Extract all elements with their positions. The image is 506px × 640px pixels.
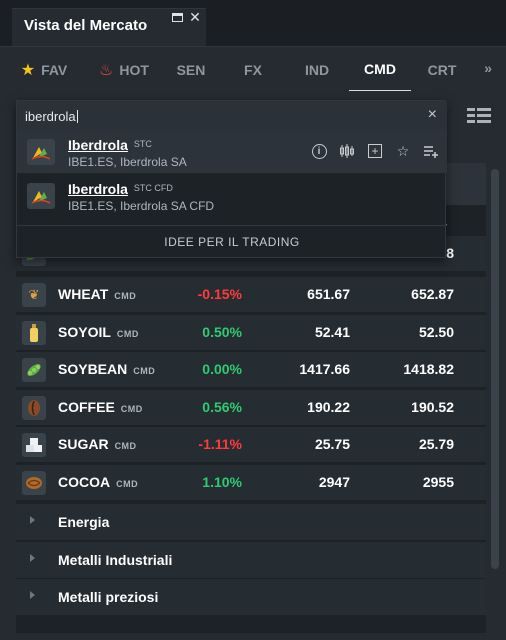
search-result[interactable]: Iberdrola STC IBE1.ES, Iberdrola SA i + ☆ bbox=[17, 131, 447, 173]
star-outline-icon[interactable]: ☆ bbox=[395, 143, 411, 159]
instrument-name: COCOA bbox=[58, 474, 111, 490]
close-icon[interactable]: × bbox=[428, 106, 437, 124]
title-bar: Vista del Mercato ✕ bbox=[0, 0, 506, 46]
tab-label: FAV bbox=[41, 61, 68, 78]
tab-hot[interactable]: ♨ HOT bbox=[88, 47, 160, 92]
instrument-type: CMD bbox=[114, 291, 137, 301]
search-value: iberdrola bbox=[25, 109, 76, 124]
window-controls: ✕ bbox=[170, 9, 202, 25]
result-tag: STC bbox=[133, 139, 152, 149]
maximize-icon[interactable] bbox=[170, 10, 184, 24]
buy-price[interactable]: 52.50 bbox=[390, 324, 454, 340]
grid-view-icon[interactable] bbox=[467, 108, 491, 123]
window-title: Vista del Mercato bbox=[24, 17, 148, 34]
soybean-icon bbox=[22, 358, 46, 382]
tabs-more-icon[interactable]: » bbox=[484, 60, 492, 76]
group-energia[interactable]: Energia bbox=[16, 504, 486, 540]
tab-label: CMD bbox=[364, 60, 396, 77]
iberdrola-logo-icon bbox=[27, 183, 55, 209]
result-name[interactable]: Iberdrola bbox=[68, 137, 128, 153]
change-percent: 1.10% bbox=[202, 474, 242, 490]
search-dropdown: iberdrola × Iberdrola STC IBE1.ES, Iberdr… bbox=[16, 100, 447, 259]
add-to-list-icon[interactable] bbox=[423, 143, 439, 159]
group-metalli-industriali[interactable]: Metalli Industriali bbox=[16, 542, 486, 578]
tab-label: CRT bbox=[427, 61, 457, 78]
buy-price[interactable]: 25.79 bbox=[390, 436, 454, 452]
iberdrola-logo-icon bbox=[27, 139, 55, 165]
result-actions: i + ☆ bbox=[311, 143, 439, 159]
buy-price[interactable]: 1418.82 bbox=[390, 361, 454, 377]
trading-ideas-link[interactable]: IDEE PER IL TRADING bbox=[17, 225, 447, 259]
chevron-right-icon bbox=[30, 591, 35, 599]
instrument-type: CMD bbox=[114, 441, 137, 451]
sell-price[interactable]: 2947 bbox=[286, 474, 350, 490]
table-row[interactable]: SOYBEAN CMD 0.00% 1417.66 1418.82 bbox=[16, 352, 486, 387]
instrument-type: CMD bbox=[120, 404, 143, 414]
star-icon: ★ bbox=[20, 61, 36, 79]
tab-ind[interactable]: IND bbox=[292, 47, 342, 92]
instrument-type: CMD bbox=[133, 366, 156, 376]
change-percent: 0.56% bbox=[202, 399, 242, 415]
cocoa-pod-icon bbox=[22, 471, 46, 495]
result-subtitle: IBE1.ES, Iberdrola SA bbox=[68, 155, 187, 169]
group-label: Metalli Industriali bbox=[58, 552, 173, 568]
instrument-name: SOYOIL bbox=[58, 324, 111, 340]
chevron-right-icon bbox=[30, 516, 35, 524]
candlestick-chart-icon[interactable] bbox=[339, 143, 355, 159]
fire-icon: ♨ bbox=[99, 61, 114, 79]
sell-price[interactable]: 25.75 bbox=[286, 436, 350, 452]
chevron-right-icon bbox=[30, 554, 35, 562]
oil-bottle-icon bbox=[22, 321, 46, 345]
group-label: Energia bbox=[58, 514, 110, 530]
instrument-name: COFFEE bbox=[58, 399, 115, 415]
instrument-type: CMD bbox=[116, 329, 139, 339]
search-result[interactable]: Iberdrola STC CFD IBE1.ES, Iberdrola SA C… bbox=[17, 175, 447, 217]
instrument-name: SOYBEAN bbox=[58, 361, 128, 377]
tab-sen[interactable]: SEN bbox=[166, 47, 216, 92]
add-square-icon[interactable]: + bbox=[367, 143, 383, 159]
sell-price[interactable]: 1417.66 bbox=[286, 361, 350, 377]
sell-price[interactable]: 52.41 bbox=[286, 324, 350, 340]
tab-crt[interactable]: CRT bbox=[418, 47, 466, 92]
group-label: Metalli preziosi bbox=[58, 589, 159, 605]
buy-price[interactable]: 2955 bbox=[390, 474, 454, 490]
result-name[interactable]: Iberdrola bbox=[68, 181, 128, 197]
tab-label: IND bbox=[304, 61, 330, 78]
tab-label: FX bbox=[244, 61, 262, 78]
coffee-bean-icon bbox=[22, 396, 46, 420]
table-row[interactable]: SUGAR CMD -1.11% 25.75 25.79 bbox=[16, 427, 486, 462]
category-tabs: ★ FAV ♨ HOT SEN FX IND CMD CRT » bbox=[0, 46, 506, 92]
tab-label: SEN bbox=[176, 61, 206, 78]
buy-price[interactable]: 652.87 bbox=[390, 286, 454, 302]
change-percent: 0.50% bbox=[202, 324, 242, 340]
instrument-type: CMD bbox=[116, 479, 139, 489]
tab-cmd[interactable]: CMD bbox=[349, 47, 411, 92]
tab-fav[interactable]: ★ FAV bbox=[10, 47, 78, 92]
change-percent: -0.15% bbox=[197, 286, 242, 302]
group-metalli-preziosi[interactable]: Metalli preziosi bbox=[16, 579, 486, 615]
tab-fx[interactable]: FX bbox=[230, 47, 276, 92]
instrument-name: WHEAT bbox=[58, 286, 109, 302]
instrument-name: SUGAR bbox=[58, 436, 109, 452]
table-row[interactable]: ❦ WHEAT CMD -0.15% 651.67 652.87 bbox=[16, 277, 486, 312]
result-subtitle: IBE1.ES, Iberdrola SA CFD bbox=[68, 199, 215, 213]
table-row[interactable]: COCOA CMD 1.10% 2947 2955 bbox=[16, 465, 486, 500]
close-icon[interactable]: ✕ bbox=[188, 9, 202, 25]
change-percent: -1.11% bbox=[198, 436, 242, 452]
search-input[interactable]: iberdrola × bbox=[17, 101, 447, 131]
sell-price[interactable]: 190.22 bbox=[286, 399, 350, 415]
change-percent: 0.00% bbox=[202, 361, 242, 377]
wheat-icon: ❦ bbox=[22, 283, 46, 307]
result-tag: STC CFD bbox=[133, 183, 173, 193]
sugar-cubes-icon bbox=[22, 433, 46, 457]
sell-price[interactable]: 651.67 bbox=[286, 286, 350, 302]
buy-price[interactable]: 190.52 bbox=[390, 399, 454, 415]
tab-label: HOT bbox=[119, 61, 149, 78]
table-row[interactable]: COFFEE CMD 0.56% 190.22 190.52 bbox=[16, 390, 486, 425]
info-icon[interactable]: i bbox=[311, 143, 327, 159]
table-row[interactable]: SOYOIL CMD 0.50% 52.41 52.50 bbox=[16, 315, 486, 350]
scrollbar[interactable] bbox=[491, 169, 499, 569]
